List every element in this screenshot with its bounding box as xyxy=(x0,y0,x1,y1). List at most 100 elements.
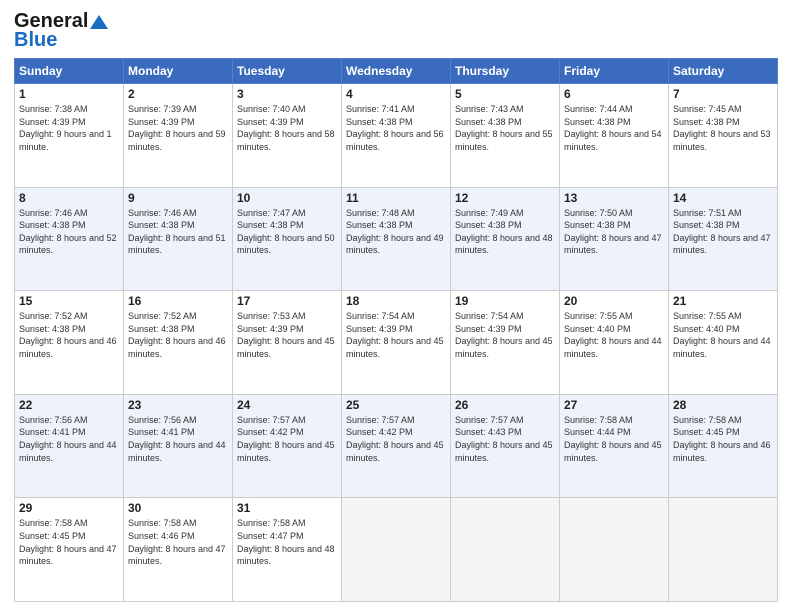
day-cell: 22 Sunrise: 7:56 AM Sunset: 4:41 PM Dayl… xyxy=(15,394,124,498)
day-number: 18 xyxy=(346,294,446,308)
day-number: 12 xyxy=(455,191,555,205)
day-info: Sunrise: 7:49 AM Sunset: 4:38 PM Dayligh… xyxy=(455,207,555,257)
day-number: 22 xyxy=(19,398,119,412)
day-number: 17 xyxy=(237,294,337,308)
day-cell: 8 Sunrise: 7:46 AM Sunset: 4:38 PM Dayli… xyxy=(15,187,124,291)
weekday-thursday: Thursday xyxy=(451,59,560,84)
day-cell: 7 Sunrise: 7:45 AM Sunset: 4:38 PM Dayli… xyxy=(669,84,778,188)
calendar-table: SundayMondayTuesdayWednesdayThursdayFrid… xyxy=(14,58,778,602)
day-cell: 31 Sunrise: 7:58 AM Sunset: 4:47 PM Dayl… xyxy=(233,498,342,602)
day-number: 27 xyxy=(564,398,664,412)
day-info: Sunrise: 7:57 AM Sunset: 4:42 PM Dayligh… xyxy=(237,414,337,464)
day-info: Sunrise: 7:50 AM Sunset: 4:38 PM Dayligh… xyxy=(564,207,664,257)
day-cell xyxy=(451,498,560,602)
day-cell: 20 Sunrise: 7:55 AM Sunset: 4:40 PM Dayl… xyxy=(560,291,669,395)
day-info: Sunrise: 7:47 AM Sunset: 4:38 PM Dayligh… xyxy=(237,207,337,257)
day-info: Sunrise: 7:56 AM Sunset: 4:41 PM Dayligh… xyxy=(128,414,228,464)
day-info: Sunrise: 7:46 AM Sunset: 4:38 PM Dayligh… xyxy=(128,207,228,257)
day-info: Sunrise: 7:57 AM Sunset: 4:43 PM Dayligh… xyxy=(455,414,555,464)
day-cell: 27 Sunrise: 7:58 AM Sunset: 4:44 PM Dayl… xyxy=(560,394,669,498)
weekday-header: SundayMondayTuesdayWednesdayThursdayFrid… xyxy=(15,59,778,84)
day-number: 20 xyxy=(564,294,664,308)
day-cell: 26 Sunrise: 7:57 AM Sunset: 4:43 PM Dayl… xyxy=(451,394,560,498)
week-row-3: 15 Sunrise: 7:52 AM Sunset: 4:38 PM Dayl… xyxy=(15,291,778,395)
day-cell xyxy=(342,498,451,602)
day-cell: 6 Sunrise: 7:44 AM Sunset: 4:38 PM Dayli… xyxy=(560,84,669,188)
day-cell: 12 Sunrise: 7:49 AM Sunset: 4:38 PM Dayl… xyxy=(451,187,560,291)
day-info: Sunrise: 7:58 AM Sunset: 4:45 PM Dayligh… xyxy=(673,414,773,464)
day-info: Sunrise: 7:55 AM Sunset: 4:40 PM Dayligh… xyxy=(564,310,664,360)
day-info: Sunrise: 7:44 AM Sunset: 4:38 PM Dayligh… xyxy=(564,103,664,153)
day-cell: 3 Sunrise: 7:40 AM Sunset: 4:39 PM Dayli… xyxy=(233,84,342,188)
day-info: Sunrise: 7:57 AM Sunset: 4:42 PM Dayligh… xyxy=(346,414,446,464)
weekday-monday: Monday xyxy=(124,59,233,84)
logo: General Blue xyxy=(14,10,108,52)
day-cell: 2 Sunrise: 7:39 AM Sunset: 4:39 PM Dayli… xyxy=(124,84,233,188)
day-number: 11 xyxy=(346,191,446,205)
day-info: Sunrise: 7:39 AM Sunset: 4:39 PM Dayligh… xyxy=(128,103,228,153)
day-cell: 13 Sunrise: 7:50 AM Sunset: 4:38 PM Dayl… xyxy=(560,187,669,291)
day-info: Sunrise: 7:58 AM Sunset: 4:45 PM Dayligh… xyxy=(19,517,119,567)
day-number: 9 xyxy=(128,191,228,205)
day-info: Sunrise: 7:56 AM Sunset: 4:41 PM Dayligh… xyxy=(19,414,119,464)
page: General Blue SundayMondayTuesdayWednesda… xyxy=(0,0,792,612)
day-number: 19 xyxy=(455,294,555,308)
day-cell: 14 Sunrise: 7:51 AM Sunset: 4:38 PM Dayl… xyxy=(669,187,778,291)
day-info: Sunrise: 7:52 AM Sunset: 4:38 PM Dayligh… xyxy=(128,310,228,360)
day-number: 21 xyxy=(673,294,773,308)
week-row-4: 22 Sunrise: 7:56 AM Sunset: 4:41 PM Dayl… xyxy=(15,394,778,498)
day-cell: 30 Sunrise: 7:58 AM Sunset: 4:46 PM Dayl… xyxy=(124,498,233,602)
day-cell: 15 Sunrise: 7:52 AM Sunset: 4:38 PM Dayl… xyxy=(15,291,124,395)
day-number: 1 xyxy=(19,87,119,101)
day-cell: 25 Sunrise: 7:57 AM Sunset: 4:42 PM Dayl… xyxy=(342,394,451,498)
header: General Blue xyxy=(14,10,778,52)
day-cell: 5 Sunrise: 7:43 AM Sunset: 4:38 PM Dayli… xyxy=(451,84,560,188)
week-row-1: 1 Sunrise: 7:38 AM Sunset: 4:39 PM Dayli… xyxy=(15,84,778,188)
day-cell: 29 Sunrise: 7:58 AM Sunset: 4:45 PM Dayl… xyxy=(15,498,124,602)
day-number: 8 xyxy=(19,191,119,205)
day-cell: 18 Sunrise: 7:54 AM Sunset: 4:39 PM Dayl… xyxy=(342,291,451,395)
week-row-2: 8 Sunrise: 7:46 AM Sunset: 4:38 PM Dayli… xyxy=(15,187,778,291)
day-number: 16 xyxy=(128,294,228,308)
day-cell xyxy=(560,498,669,602)
day-info: Sunrise: 7:45 AM Sunset: 4:38 PM Dayligh… xyxy=(673,103,773,153)
day-info: Sunrise: 7:40 AM Sunset: 4:39 PM Dayligh… xyxy=(237,103,337,153)
day-number: 7 xyxy=(673,87,773,101)
day-number: 28 xyxy=(673,398,773,412)
weekday-sunday: Sunday xyxy=(15,59,124,84)
day-number: 25 xyxy=(346,398,446,412)
day-cell: 23 Sunrise: 7:56 AM Sunset: 4:41 PM Dayl… xyxy=(124,394,233,498)
day-number: 5 xyxy=(455,87,555,101)
day-cell: 24 Sunrise: 7:57 AM Sunset: 4:42 PM Dayl… xyxy=(233,394,342,498)
day-number: 29 xyxy=(19,501,119,515)
day-info: Sunrise: 7:52 AM Sunset: 4:38 PM Dayligh… xyxy=(19,310,119,360)
weekday-saturday: Saturday xyxy=(669,59,778,84)
day-cell: 19 Sunrise: 7:54 AM Sunset: 4:39 PM Dayl… xyxy=(451,291,560,395)
day-info: Sunrise: 7:38 AM Sunset: 4:39 PM Dayligh… xyxy=(19,103,119,153)
day-info: Sunrise: 7:58 AM Sunset: 4:46 PM Dayligh… xyxy=(128,517,228,567)
day-info: Sunrise: 7:43 AM Sunset: 4:38 PM Dayligh… xyxy=(455,103,555,153)
day-info: Sunrise: 7:58 AM Sunset: 4:44 PM Dayligh… xyxy=(564,414,664,464)
day-info: Sunrise: 7:41 AM Sunset: 4:38 PM Dayligh… xyxy=(346,103,446,153)
logo-blue: Blue xyxy=(14,29,57,52)
day-info: Sunrise: 7:58 AM Sunset: 4:47 PM Dayligh… xyxy=(237,517,337,567)
week-row-5: 29 Sunrise: 7:58 AM Sunset: 4:45 PM Dayl… xyxy=(15,498,778,602)
day-cell: 16 Sunrise: 7:52 AM Sunset: 4:38 PM Dayl… xyxy=(124,291,233,395)
calendar-body: 1 Sunrise: 7:38 AM Sunset: 4:39 PM Dayli… xyxy=(15,84,778,602)
day-cell: 10 Sunrise: 7:47 AM Sunset: 4:38 PM Dayl… xyxy=(233,187,342,291)
day-number: 2 xyxy=(128,87,228,101)
day-number: 31 xyxy=(237,501,337,515)
weekday-tuesday: Tuesday xyxy=(233,59,342,84)
day-number: 23 xyxy=(128,398,228,412)
day-number: 13 xyxy=(564,191,664,205)
day-info: Sunrise: 7:54 AM Sunset: 4:39 PM Dayligh… xyxy=(346,310,446,360)
day-cell: 11 Sunrise: 7:48 AM Sunset: 4:38 PM Dayl… xyxy=(342,187,451,291)
day-number: 30 xyxy=(128,501,228,515)
day-number: 15 xyxy=(19,294,119,308)
weekday-wednesday: Wednesday xyxy=(342,59,451,84)
day-number: 6 xyxy=(564,87,664,101)
day-cell: 9 Sunrise: 7:46 AM Sunset: 4:38 PM Dayli… xyxy=(124,187,233,291)
day-number: 4 xyxy=(346,87,446,101)
day-number: 10 xyxy=(237,191,337,205)
day-cell: 17 Sunrise: 7:53 AM Sunset: 4:39 PM Dayl… xyxy=(233,291,342,395)
